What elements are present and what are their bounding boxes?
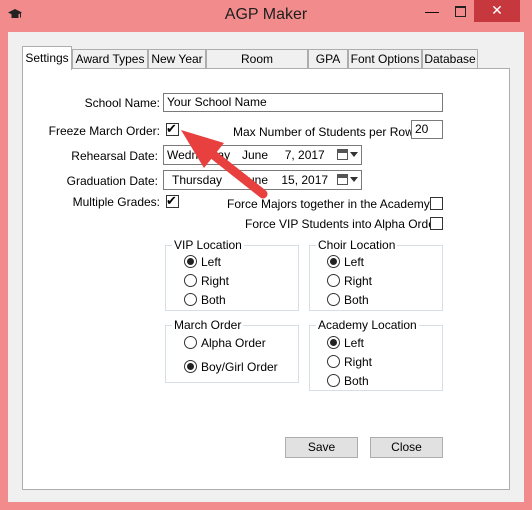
vip-left-label: Left (201, 255, 222, 269)
check-icon: ✔ (166, 193, 177, 208)
choir-location-legend: Choir Location (316, 238, 398, 252)
force-vip-checkbox[interactable] (430, 217, 443, 230)
calendar-icon (337, 149, 348, 160)
choir-both-radio[interactable] (327, 293, 340, 306)
tab-new-year[interactable]: New Year (148, 49, 206, 68)
close-button[interactable]: Close (370, 437, 443, 458)
freeze-march-order-checkbox[interactable]: ✔ (166, 121, 179, 136)
graduation-date-text: June 15, 2017 (242, 173, 329, 187)
rehearsal-date-label: Rehearsal Date: (71, 149, 158, 163)
academy-location-legend: Academy Location (316, 318, 419, 332)
choir-left-label: Left (344, 255, 365, 269)
tab-room-assignments[interactable]: Room Assignments (206, 49, 308, 85)
force-majors-label: Force Majors together in the Academys (227, 197, 436, 211)
tab-font-options[interactable]: Font Options (348, 49, 422, 68)
school-name-input[interactable]: Your School Name (163, 93, 443, 112)
graduation-date-label: Graduation Date: (66, 174, 158, 188)
alpha-order-radio[interactable] (184, 336, 197, 349)
tab-award-types[interactable]: Award Types (72, 49, 148, 68)
graduation-day: Thursday (172, 173, 223, 187)
check-icon: ✔ (166, 121, 177, 136)
freeze-march-order-label: Freeze March Order: (48, 124, 160, 138)
academy-both-radio[interactable] (327, 374, 340, 387)
academy-left-label: Left (344, 336, 365, 350)
tab-settings[interactable]: Settings (22, 46, 72, 70)
choir-left-radio[interactable] (327, 255, 340, 268)
rehearsal-day: Wednesday (167, 148, 231, 162)
school-name-label: School Name: (84, 96, 160, 110)
vip-right-label: Right (201, 274, 230, 288)
graduation-date-picker[interactable]: Thursday June 15, 2017 (163, 170, 362, 190)
title-bar[interactable]: AGP Maker — ✕ (0, 0, 532, 32)
close-window-button[interactable]: ✕ (474, 0, 520, 22)
tab-gpa[interactable]: GPA (308, 49, 348, 68)
academy-right-label: Right (344, 355, 373, 369)
vip-location-legend: VIP Location (172, 238, 244, 252)
choir-right-radio[interactable] (327, 274, 340, 287)
boy-girl-order-label: Boy/Girl Order (201, 360, 278, 374)
maximize-button[interactable] (446, 0, 474, 22)
choir-right-label: Right (344, 274, 373, 288)
chevron-down-icon (350, 177, 358, 182)
vip-both-label: Both (201, 293, 226, 307)
max-students-label: Max Number of Students per Row: (233, 125, 418, 139)
chevron-down-icon (350, 152, 358, 157)
multiple-grades-checkbox[interactable]: ✔ (166, 193, 179, 208)
multiple-grades-label: Multiple Grades: (72, 195, 160, 209)
choir-both-label: Both (344, 293, 369, 307)
academy-left-radio[interactable] (327, 336, 340, 349)
minimize-button[interactable]: — (418, 0, 446, 22)
academy-both-label: Both (344, 374, 369, 388)
save-button[interactable]: Save (285, 437, 358, 458)
alpha-order-label: Alpha Order (201, 336, 266, 350)
rehearsal-date-text: June 7, 2017 (242, 148, 325, 162)
tab-database[interactable]: Database (422, 49, 478, 68)
boy-girl-order-radio[interactable] (184, 360, 197, 373)
rehearsal-date-picker[interactable]: Wednesday June 7, 2017 (163, 145, 362, 165)
academy-right-radio[interactable] (327, 355, 340, 368)
max-students-input[interactable]: 20 (411, 120, 443, 139)
calendar-dropdown-button[interactable] (336, 173, 358, 187)
vip-both-radio[interactable] (184, 293, 197, 306)
calendar-icon (337, 174, 348, 185)
force-vip-label: Force VIP Students into Alpha Order (245, 217, 439, 231)
march-order-group: March Order (165, 318, 299, 383)
vip-left-radio[interactable] (184, 255, 197, 268)
march-order-legend: March Order (172, 318, 244, 332)
vip-right-radio[interactable] (184, 274, 197, 287)
force-majors-checkbox[interactable] (430, 197, 443, 210)
maximize-icon (455, 6, 466, 17)
calendar-dropdown-button[interactable] (336, 148, 358, 162)
